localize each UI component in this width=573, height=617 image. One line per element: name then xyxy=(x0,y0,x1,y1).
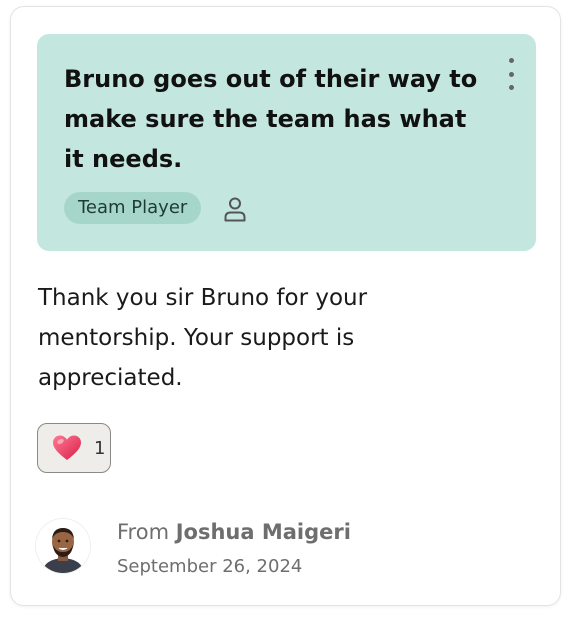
value-tag: Team Player xyxy=(64,192,202,224)
from-label: From xyxy=(117,520,170,544)
reaction-button[interactable]: 1 xyxy=(37,423,111,473)
recognition-card: Bruno goes out of their way to make sure… xyxy=(10,6,561,606)
sender-name[interactable]: Joshua Maigeri xyxy=(176,520,351,544)
recognition-message: Thank you sir Bruno for your mentorship.… xyxy=(38,285,368,391)
avatar xyxy=(36,519,90,573)
avatar-illustration xyxy=(36,519,90,573)
recognition-highlight: Bruno goes out of their way to make sure… xyxy=(37,34,536,251)
reaction-count: 1 xyxy=(94,437,106,459)
sent-date: September 26, 2024 xyxy=(117,556,303,577)
more-options-icon[interactable] xyxy=(504,58,518,90)
heart-icon xyxy=(53,435,81,460)
kebab-dot xyxy=(508,71,514,77)
recognition-headline: Bruno goes out of their way to make sure… xyxy=(64,65,478,173)
kebab-dot xyxy=(508,85,514,90)
person-icon xyxy=(224,197,246,222)
sender-line: From Joshua Maigeri xyxy=(117,517,351,547)
kebab-dot xyxy=(508,58,514,63)
